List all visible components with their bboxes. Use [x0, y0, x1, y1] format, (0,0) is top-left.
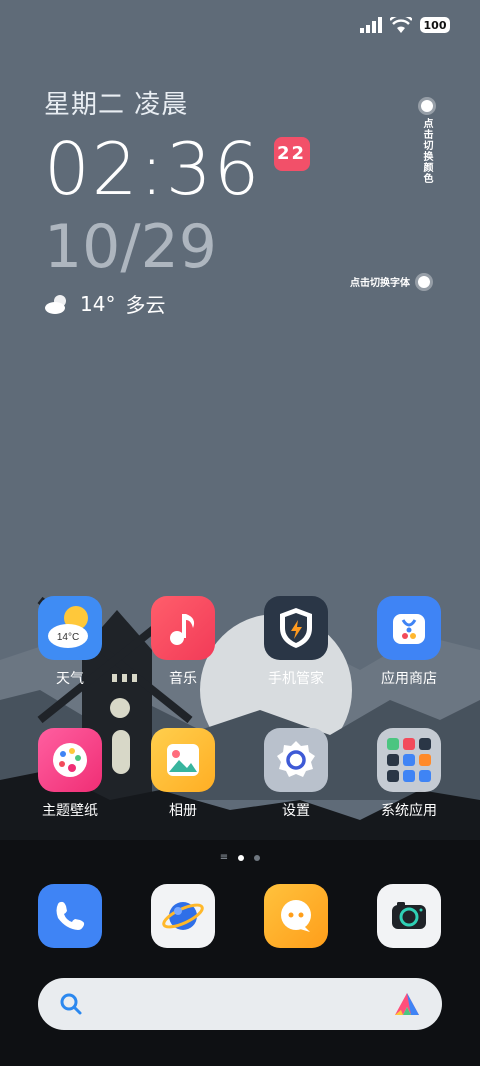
- settings-gear-icon: [264, 728, 328, 792]
- app-music[interactable]: 音乐: [128, 596, 238, 688]
- shield-icon: [264, 596, 328, 660]
- app-phone-manager[interactable]: 手机管家: [241, 596, 351, 688]
- app-store-icon: [377, 596, 441, 660]
- app-label: 相册: [169, 803, 197, 819]
- app-label: 设置: [282, 803, 310, 819]
- page-indicator[interactable]: ≡: [0, 852, 480, 863]
- menu-lines-icon: ≡: [219, 852, 229, 863]
- notification-badge: 22: [273, 137, 310, 171]
- palette-icon: [38, 728, 102, 792]
- switch-color-label: 点击切换颜色: [421, 118, 432, 184]
- app-label: 系统应用: [381, 803, 437, 819]
- date-display: 10/29: [44, 212, 217, 282]
- music-icon: [151, 596, 215, 660]
- battery-indicator: 100: [420, 17, 450, 33]
- status-bar: 100: [360, 14, 450, 36]
- toggle-dot-icon: [420, 100, 433, 112]
- time-display: 02:36: [44, 127, 262, 211]
- app-label: 手机管家: [268, 671, 324, 687]
- app-label: 应用商店: [381, 671, 437, 687]
- toggle-dot-icon: [418, 275, 430, 288]
- cloud-sun-icon: [45, 294, 66, 314]
- folder-system-apps[interactable]: 系统应用: [354, 728, 464, 820]
- weather-app-icon: 14°C: [38, 596, 102, 660]
- weather-condition: 多云: [125, 293, 166, 317]
- weather-summary[interactable]: 14° 多云: [44, 289, 310, 318]
- switch-color-button[interactable]: 点击切换颜色: [419, 100, 434, 184]
- day-label: 星期二 凌晨: [44, 90, 189, 120]
- phone-icon[interactable]: [38, 884, 102, 948]
- assistant-icon[interactable]: [392, 991, 422, 1017]
- app-store[interactable]: 应用商店: [354, 596, 464, 688]
- app-label: 天气: [56, 671, 84, 687]
- app-weather[interactable]: 14°C 天气: [15, 596, 125, 688]
- weather-app-temp: 14°C: [57, 632, 79, 643]
- page-dot-active: [238, 854, 245, 861]
- app-gallery[interactable]: 相册: [128, 728, 238, 820]
- page-dot: [254, 854, 261, 861]
- wifi-icon: [390, 17, 412, 33]
- messages-icon[interactable]: [264, 884, 328, 948]
- gallery-icon: [151, 728, 215, 792]
- browser-icon[interactable]: [151, 884, 215, 948]
- search-icon: [60, 993, 82, 1015]
- switch-font-button[interactable]: 点击切换字体: [350, 274, 430, 289]
- app-label: 主题壁纸: [42, 803, 98, 819]
- signal-icon: [360, 17, 382, 33]
- camera-icon[interactable]: [377, 884, 441, 948]
- app-settings[interactable]: 设置: [241, 728, 351, 820]
- folder-icon: [377, 728, 441, 792]
- search-bar[interactable]: [38, 978, 442, 1030]
- clock-widget[interactable]: 星期二 凌晨 02:36 22 10/29 14° 多云: [44, 84, 310, 318]
- switch-font-label: 点击切换字体: [350, 278, 410, 289]
- app-themes[interactable]: 主题壁纸: [15, 728, 125, 820]
- weather-temp: 14°: [80, 291, 116, 316]
- app-label: 音乐: [169, 671, 197, 687]
